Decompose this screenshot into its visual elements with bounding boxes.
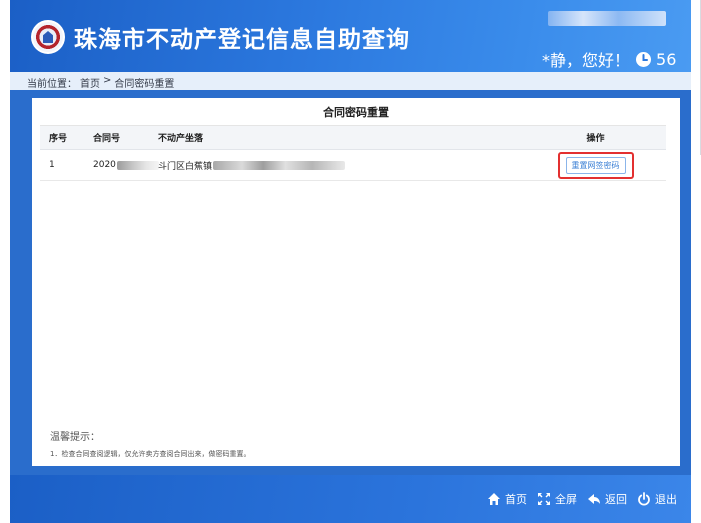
- user-greeting: *静，您好！: [542, 51, 631, 70]
- home-button[interactable]: 首页: [487, 491, 527, 507]
- contract-number-cell: 2020: [93, 150, 159, 180]
- tips-title: 温馨提示：: [50, 432, 100, 443]
- session-countdown: 56: [656, 49, 677, 69]
- seal-logo-icon: [31, 20, 65, 54]
- fullscreen-button[interactable]: 全屏: [537, 491, 577, 507]
- highlight-box: 重置网签密码: [557, 151, 634, 179]
- property-address: 斗门区白蕉镇: [158, 161, 213, 172]
- table-header: 序号 合同号 不动产坐落 操作: [40, 126, 666, 150]
- fullscreen-label: 全屏: [555, 493, 577, 506]
- system-title: 珠海市不动产登记信息自助查询: [74, 26, 410, 53]
- column-header-address: 不动产坐落: [158, 134, 204, 144]
- footer-bar: 首页 全屏 返回 退出: [10, 475, 691, 523]
- breadcrumb-separator: >: [103, 75, 112, 86]
- contract-table: 序号 合同号 不动产坐落 操作 1 2020 斗门区白蕉镇 重置网签密码: [40, 125, 666, 181]
- page-title: 合同密码重置: [323, 106, 389, 119]
- clock-icon: [635, 51, 652, 68]
- breadcrumb-bar: 当前位置： 首页 > 合同密码重置: [10, 72, 691, 90]
- address-cell: 斗门区白蕉镇: [158, 150, 346, 180]
- home-icon: [488, 493, 500, 505]
- main-panel: 合同密码重置 序号 合同号 不动产坐落 操作 1 2020 斗门区白蕉镇 重置网…: [32, 98, 680, 466]
- exit-button[interactable]: 退出: [637, 491, 677, 507]
- breadcrumb-home-link[interactable]: 首页: [80, 75, 100, 90]
- column-header-no: 序号: [49, 134, 68, 144]
- back-label: 返回: [605, 493, 627, 506]
- column-header-operation: 操作: [586, 134, 605, 144]
- exit-label: 退出: [655, 493, 677, 506]
- side-divider: [693, 0, 701, 155]
- redacted-address: [213, 160, 346, 170]
- user-greeting-area: *静，您好！ 56: [542, 47, 676, 71]
- home-label: 首页: [505, 493, 527, 506]
- tips-line: 1．检查合同查阅逻辑，仅允许卖方查阅合同出来，做密码重置。: [50, 450, 251, 458]
- power-icon: [638, 492, 650, 506]
- reset-signing-password-button[interactable]: 重置网签密码: [565, 156, 626, 174]
- footer-nav: 首页 全屏 返回 退出: [487, 491, 677, 507]
- breadcrumb-current: 合同密码重置: [114, 79, 175, 90]
- back-arrow-icon: [588, 494, 600, 504]
- fullscreen-icon: [538, 493, 550, 505]
- app-frame: 珠海市不动产登记信息自助查询 *静，您好！ 56 当前位置： 首页 > 合同密码…: [10, 0, 691, 523]
- back-button[interactable]: 返回: [587, 491, 627, 507]
- breadcrumb: 当前位置： 首页 > 合同密码重置: [27, 75, 174, 90]
- column-header-contract: 合同号: [93, 134, 121, 144]
- row-number: 1: [49, 160, 55, 170]
- redacted-contract-number: [116, 160, 159, 170]
- seal-emblem: [43, 31, 53, 43]
- contract-number: 2020: [93, 160, 116, 170]
- tips-section: 温馨提示： 1．检查合同查阅逻辑，仅允许卖方查阅合同出来，做密码重置。: [50, 428, 250, 459]
- breadcrumb-label: 当前位置：: [27, 79, 77, 90]
- redacted-info: [548, 11, 666, 26]
- operation-cell: 重置网签密码: [544, 150, 647, 180]
- header-bar: 珠海市不动产登记信息自助查询 *静，您好！ 56: [10, 0, 691, 72]
- table-row: 1 2020 斗门区白蕉镇 重置网签密码: [40, 150, 666, 181]
